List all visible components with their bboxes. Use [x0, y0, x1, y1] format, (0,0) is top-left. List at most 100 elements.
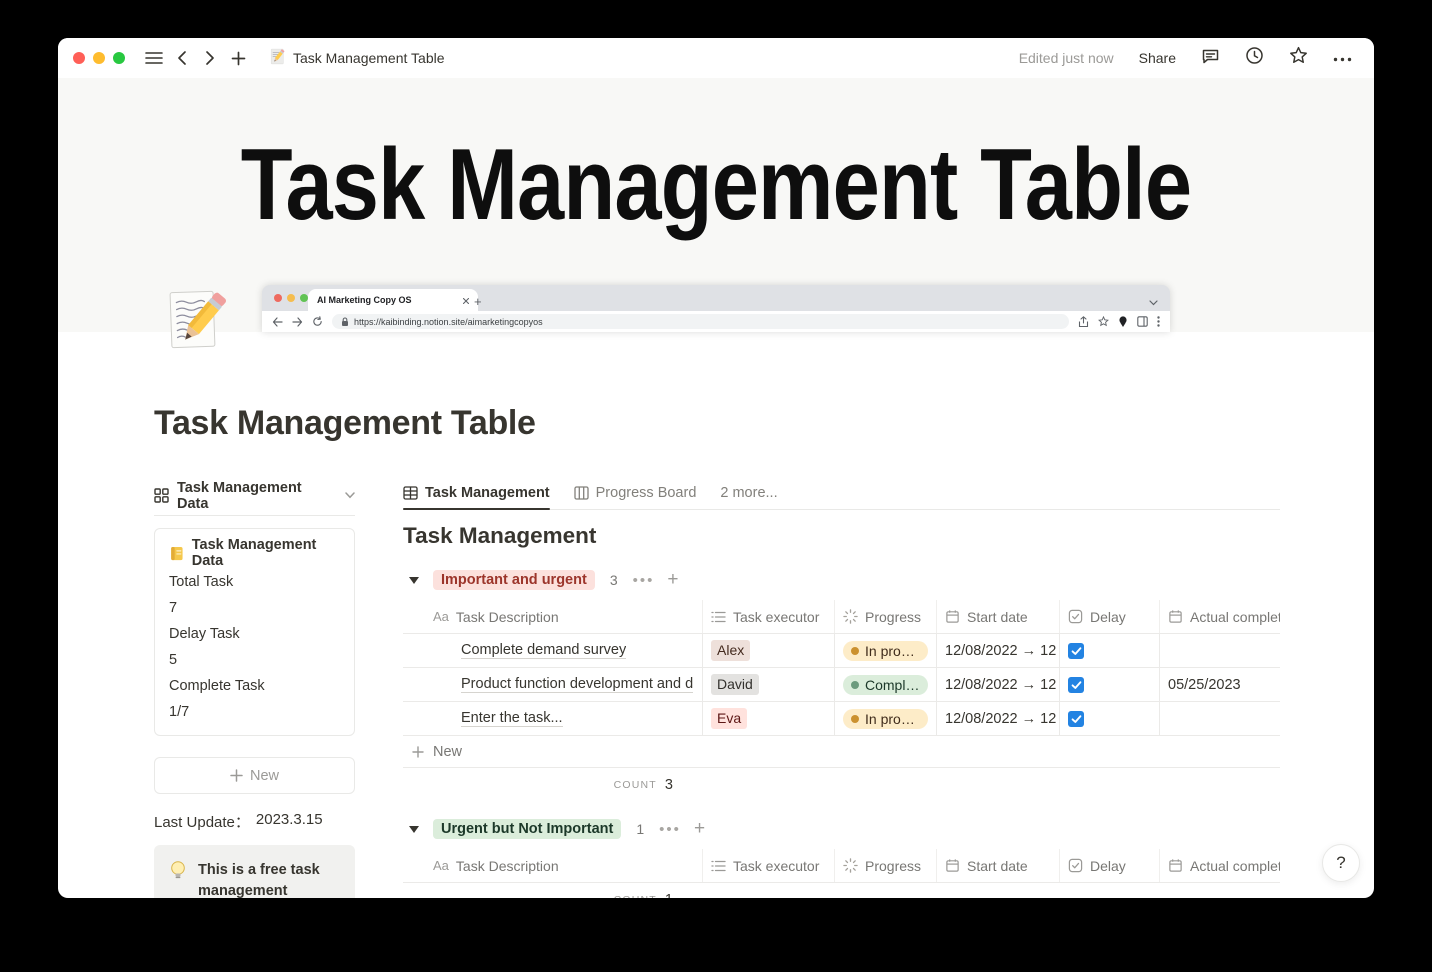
stat-value: 1/7 — [169, 704, 190, 720]
browser-zoom-button — [300, 294, 308, 302]
new-record-button[interactable]: New — [154, 757, 355, 794]
checkmark-icon — [1071, 714, 1081, 723]
back-icon — [272, 316, 283, 327]
count-aggregate[interactable]: COUNT 1 — [403, 883, 703, 898]
more-icon[interactable] — [1333, 49, 1352, 67]
column-header-start-date[interactable]: Start date — [937, 600, 1060, 633]
history-icon[interactable] — [1245, 46, 1264, 70]
share-button[interactable]: Share — [1139, 50, 1176, 66]
column-header-delay[interactable]: Delay — [1060, 600, 1160, 633]
status-pill[interactable]: In progress — [843, 640, 928, 661]
column-header-progress[interactable]: Progress — [835, 849, 937, 882]
plus-icon — [412, 745, 424, 758]
executor-tag[interactable]: Alex — [711, 640, 751, 661]
help-button[interactable]: ? — [1322, 844, 1360, 882]
traffic-lights — [73, 52, 125, 64]
lock-icon — [342, 316, 348, 326]
group-more-icon[interactable]: ••• — [633, 572, 655, 589]
tab-progress-board[interactable]: Progress Board — [573, 476, 696, 509]
delay-checkbox-checked[interactable] — [1068, 642, 1084, 659]
checkbox-property-icon — [1068, 858, 1083, 873]
browser-new-tab-icon: + — [474, 294, 482, 309]
status-property-icon — [843, 858, 858, 873]
group-more-icon[interactable]: ••• — [659, 821, 681, 838]
comment-icon[interactable] — [1201, 47, 1220, 70]
table-row[interactable]: Complete demand survey Alex In progress … — [403, 634, 1280, 668]
breadcrumb[interactable]: Task Management Table — [269, 48, 445, 68]
date-property-icon — [946, 610, 959, 623]
task-title-link[interactable]: Complete demand survey — [461, 642, 627, 659]
date-property-icon — [1169, 859, 1182, 872]
status-dot — [851, 646, 859, 655]
group-header-important-urgent: Important and urgent 3 ••• + — [403, 567, 1280, 593]
browser-toolbar: https://kaibinding.notion.site/aimarketi… — [262, 311, 1170, 332]
aggregate-row: COUNT 1 — [403, 883, 1280, 898]
start-date-value[interactable]: 12/08/2022 → 12 — [945, 677, 1056, 693]
column-header-delay[interactable]: Delay — [1060, 849, 1160, 882]
star-icon[interactable] — [1289, 46, 1308, 70]
forward-icon[interactable] — [197, 45, 223, 71]
browser-tab: AI Marketing Copy OS — [308, 289, 478, 311]
tab-more-views[interactable]: 2 more... — [720, 476, 777, 509]
select-property-icon — [711, 860, 726, 871]
page-memo-icon[interactable] — [162, 288, 226, 352]
status-pill[interactable]: In progress — [843, 708, 928, 729]
chevron-down-icon — [345, 492, 355, 499]
back-icon[interactable] — [169, 45, 195, 71]
tab-task-management[interactable]: Task Management — [403, 476, 550, 510]
group-count: 3 — [609, 572, 618, 588]
titlebar: Task Management Table Edited just now Sh… — [58, 38, 1374, 78]
summary-card[interactable]: Task Management Data Total Task 7 Delay … — [154, 528, 355, 736]
group-add-icon[interactable]: + — [667, 569, 678, 591]
status-pill[interactable]: Completed — [843, 674, 928, 695]
cover-browser-mockup: AI Marketing Copy OS + https://kaibindin… — [262, 285, 1170, 332]
start-date-value[interactable]: 12/08/2022 → 12 — [945, 711, 1056, 727]
column-header-progress[interactable]: Progress — [835, 600, 937, 633]
column-header-executor[interactable]: Task executor — [703, 849, 835, 882]
task-title-link[interactable]: Product function development and d — [461, 676, 694, 693]
group-pill[interactable]: Important and urgent — [433, 570, 595, 590]
zoom-window-button[interactable] — [113, 52, 125, 64]
checkmark-icon — [1071, 680, 1081, 689]
collapse-triangle-icon[interactable] — [409, 825, 419, 833]
linked-db-selector-label: Task Management Data — [177, 479, 302, 512]
delay-checkbox-checked[interactable] — [1068, 710, 1084, 727]
column-header-description[interactable]: Aa Task Description — [403, 849, 703, 882]
status-dot — [851, 680, 859, 689]
table-row[interactable]: Enter the task... Eva In progress 12/08/… — [403, 702, 1280, 736]
column-header-start-date[interactable]: Start date — [937, 849, 1060, 882]
browser-close-button — [274, 294, 282, 302]
last-update-label: Last Update： — [154, 814, 250, 831]
linked-db-selector[interactable]: Task Management Data — [154, 476, 355, 516]
column-header-actual-completion[interactable]: Actual completion — [1160, 600, 1280, 633]
side-panel-icon — [1137, 316, 1148, 327]
close-window-button[interactable] — [73, 52, 85, 64]
start-date-value[interactable]: 12/08/2022 → 12 — [945, 643, 1056, 659]
text-property-icon: Aa — [433, 858, 449, 873]
new-page-icon[interactable] — [225, 45, 251, 71]
table-header: Aa Task Description Task executor Progres… — [403, 600, 1280, 634]
task-title-link[interactable]: Enter the task... — [461, 710, 563, 727]
memo-icon — [269, 48, 286, 68]
refresh-icon — [313, 316, 322, 326]
column-header-actual-completion[interactable]: Actual completion — [1160, 849, 1280, 882]
table-row[interactable]: Product function development and d David… — [403, 668, 1280, 702]
delay-checkbox-checked[interactable] — [1068, 676, 1084, 693]
collapse-triangle-icon[interactable] — [409, 576, 419, 584]
menu-icon[interactable] — [141, 45, 167, 71]
minimize-window-button[interactable] — [93, 52, 105, 64]
column-header-executor[interactable]: Task executor — [703, 600, 835, 633]
stat-value: 7 — [169, 600, 178, 616]
group-add-icon[interactable]: + — [694, 818, 705, 840]
chevron-down-icon — [1149, 293, 1158, 311]
count-aggregate[interactable]: COUNT 3 — [403, 768, 703, 802]
group-pill[interactable]: Urgent but Not Important — [433, 819, 622, 839]
executor-tag[interactable]: David — [711, 674, 759, 695]
callout-text: This is a free task management system. — [198, 862, 320, 898]
stat-label: Delay Task — [169, 626, 240, 642]
new-row-button[interactable]: New — [403, 736, 1280, 768]
table-group-2: Aa Task Description Task executor Progres… — [403, 849, 1280, 898]
executor-tag[interactable]: Eva — [711, 708, 748, 729]
column-header-description[interactable]: Aa Task Description — [403, 600, 703, 633]
actual-date-value[interactable]: 05/25/2023 — [1168, 677, 1241, 693]
